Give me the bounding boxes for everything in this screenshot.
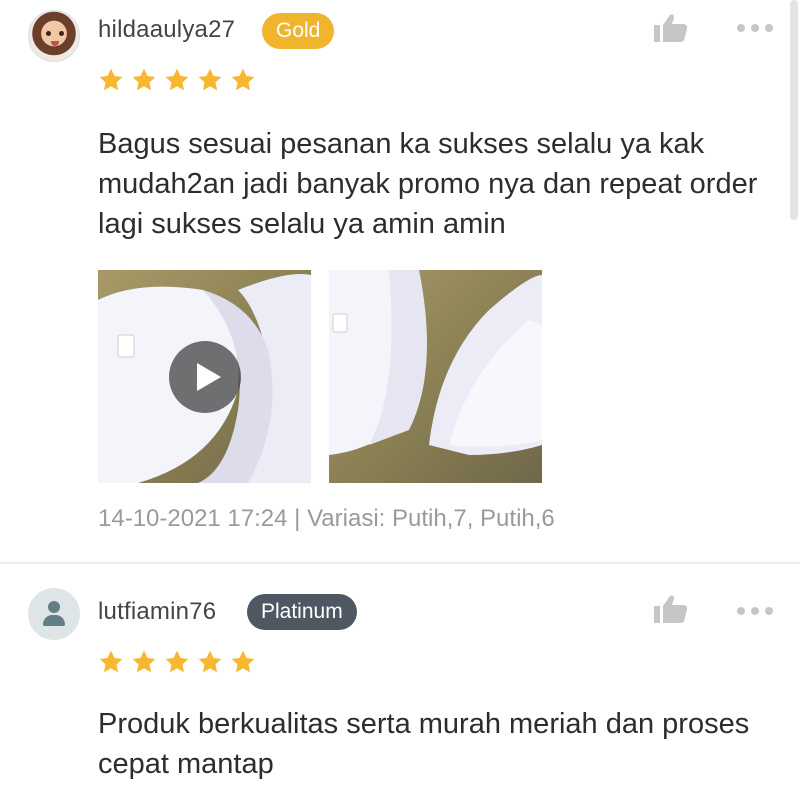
star-icon — [132, 68, 156, 91]
person-icon — [48, 601, 60, 613]
review-card: hildaaulya27 Gold Bagus sesuai pesanan k… — [0, 0, 800, 562]
review-card: lutfiamin76 Platinum Produk berkualitas … — [0, 564, 800, 800]
review-text: Produk berkualitas serta murah meriah da… — [98, 708, 750, 780]
thumbs-up-icon[interactable] — [654, 594, 688, 624]
star-icon — [132, 650, 156, 673]
star-rating — [98, 649, 256, 675]
star-rating — [98, 67, 256, 93]
star-icon — [231, 650, 255, 673]
star-icon — [198, 650, 222, 673]
review-video-thumbnail[interactable] — [98, 270, 311, 483]
user-avatar[interactable] — [28, 10, 80, 62]
more-options-icon[interactable] — [736, 606, 774, 616]
membership-badge: Gold — [262, 13, 335, 49]
review-date: 14-10-2021 17:24 — [98, 505, 288, 532]
review-meta: 14-10-2021 17:24 | Variasi: Putih,7, Put… — [98, 505, 555, 533]
star-icon — [99, 650, 123, 673]
star-icon — [99, 68, 123, 91]
meta-separator: | — [294, 505, 301, 532]
review-image-thumbnail[interactable] — [329, 270, 542, 483]
star-icon — [231, 68, 255, 91]
star-icon — [165, 68, 189, 91]
play-icon — [197, 363, 221, 391]
play-button[interactable] — [169, 341, 241, 413]
review-text: Bagus sesuai pesanan ka sukses selalu ya… — [98, 128, 758, 240]
star-icon — [198, 68, 222, 91]
username[interactable]: hildaaulya27 — [98, 16, 235, 44]
user-avatar[interactable] — [28, 588, 80, 640]
review-variation: Variasi: Putih,7, Putih,6 — [307, 505, 555, 532]
star-icon — [165, 650, 189, 673]
thumbs-up-icon[interactable] — [654, 13, 688, 43]
username[interactable]: lutfiamin76 — [98, 598, 216, 626]
membership-badge: Platinum — [247, 594, 357, 630]
more-options-icon[interactable] — [736, 23, 774, 33]
